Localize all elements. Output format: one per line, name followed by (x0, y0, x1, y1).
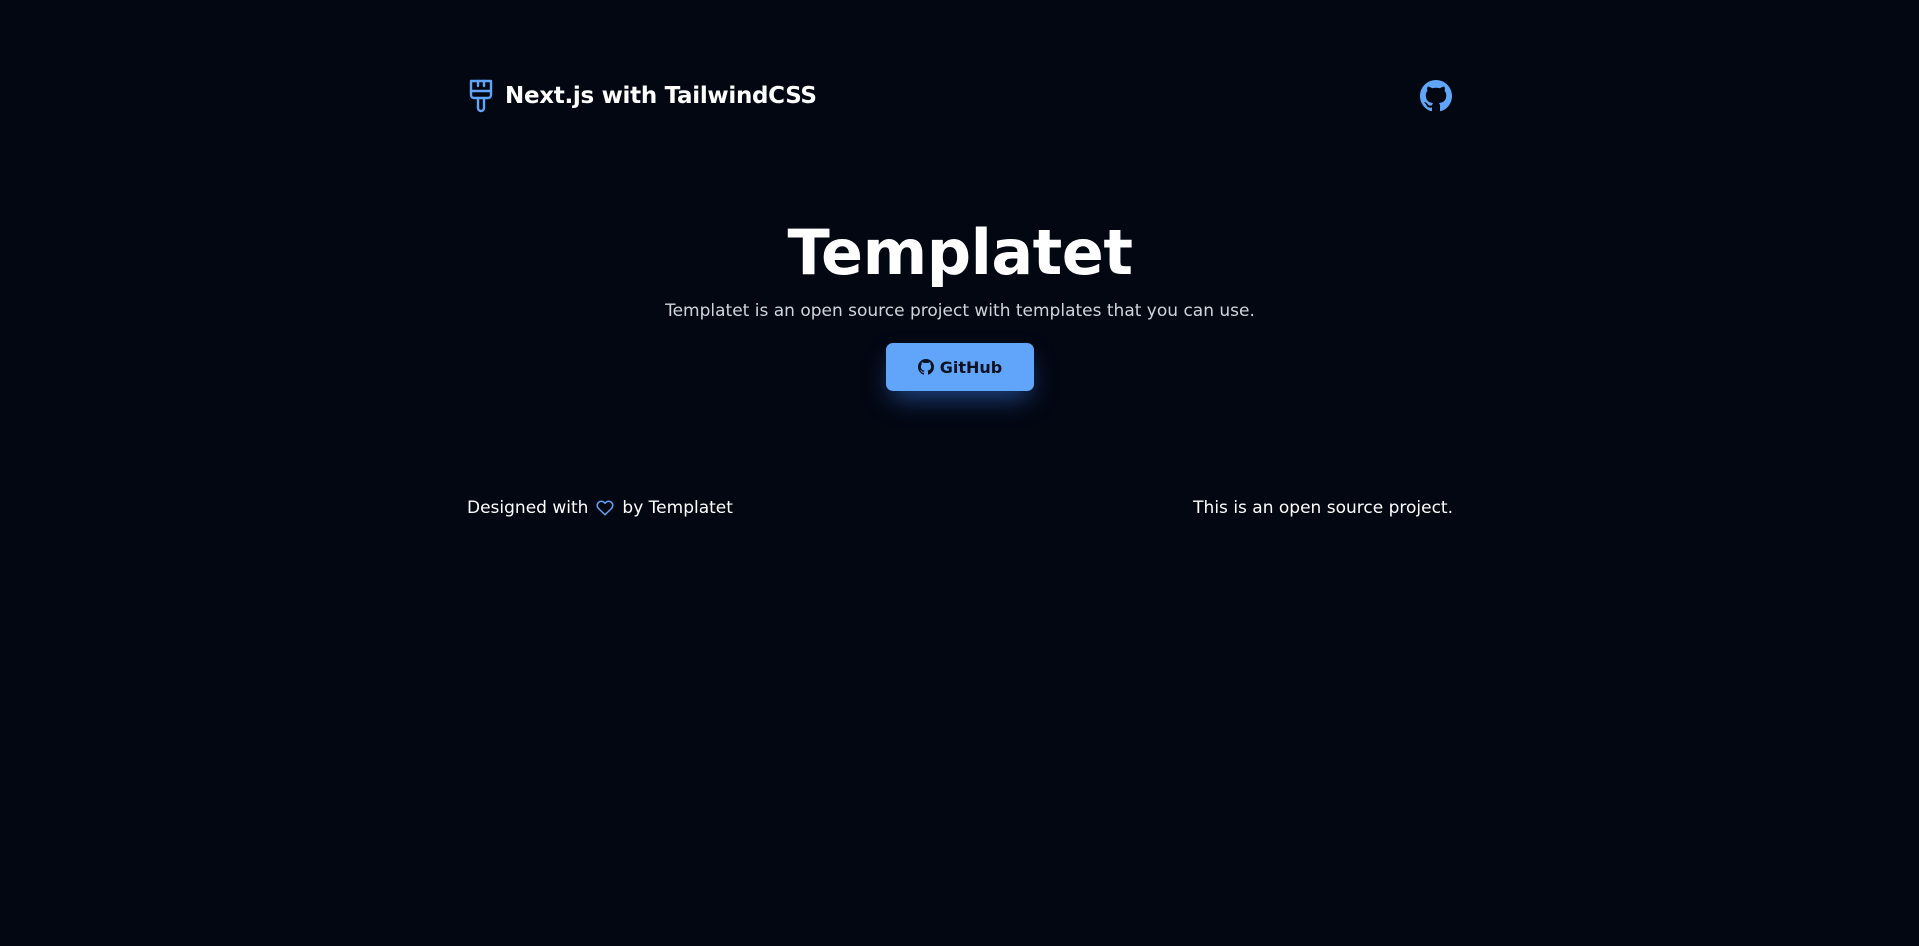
heart-icon (595, 498, 615, 518)
footer-credit-prefix: Designed with (467, 498, 589, 518)
cta-wrapper: GitHub (467, 343, 1453, 391)
github-icon (1420, 80, 1452, 112)
brand-link[interactable]: Next.js with TailwindCSS (467, 79, 817, 113)
github-button[interactable]: GitHub (885, 343, 1035, 391)
footer-note: This is an open source project. (1193, 498, 1453, 518)
brand-title: Next.js with TailwindCSS (505, 83, 817, 109)
footer-credit-suffix: by Templatet (622, 498, 733, 518)
paintbrush-icon (467, 79, 495, 113)
hero-section: Templatet Templatet is an open source pr… (467, 212, 1453, 391)
github-icon (917, 359, 934, 375)
github-header-link[interactable] (1419, 79, 1453, 113)
hero-title: Templatet (787, 216, 1133, 289)
site-footer: Designed with by Templatet This is an op… (467, 496, 1453, 520)
page: Next.js with TailwindCSS Templatet Templ… (0, 0, 1919, 946)
hero-description: Templatet is an open source project with… (665, 301, 1255, 321)
site-header: Next.js with TailwindCSS (467, 76, 1453, 116)
github-button-label: GitHub (939, 357, 1003, 377)
footer-credit: Designed with by Templatet (467, 498, 733, 518)
